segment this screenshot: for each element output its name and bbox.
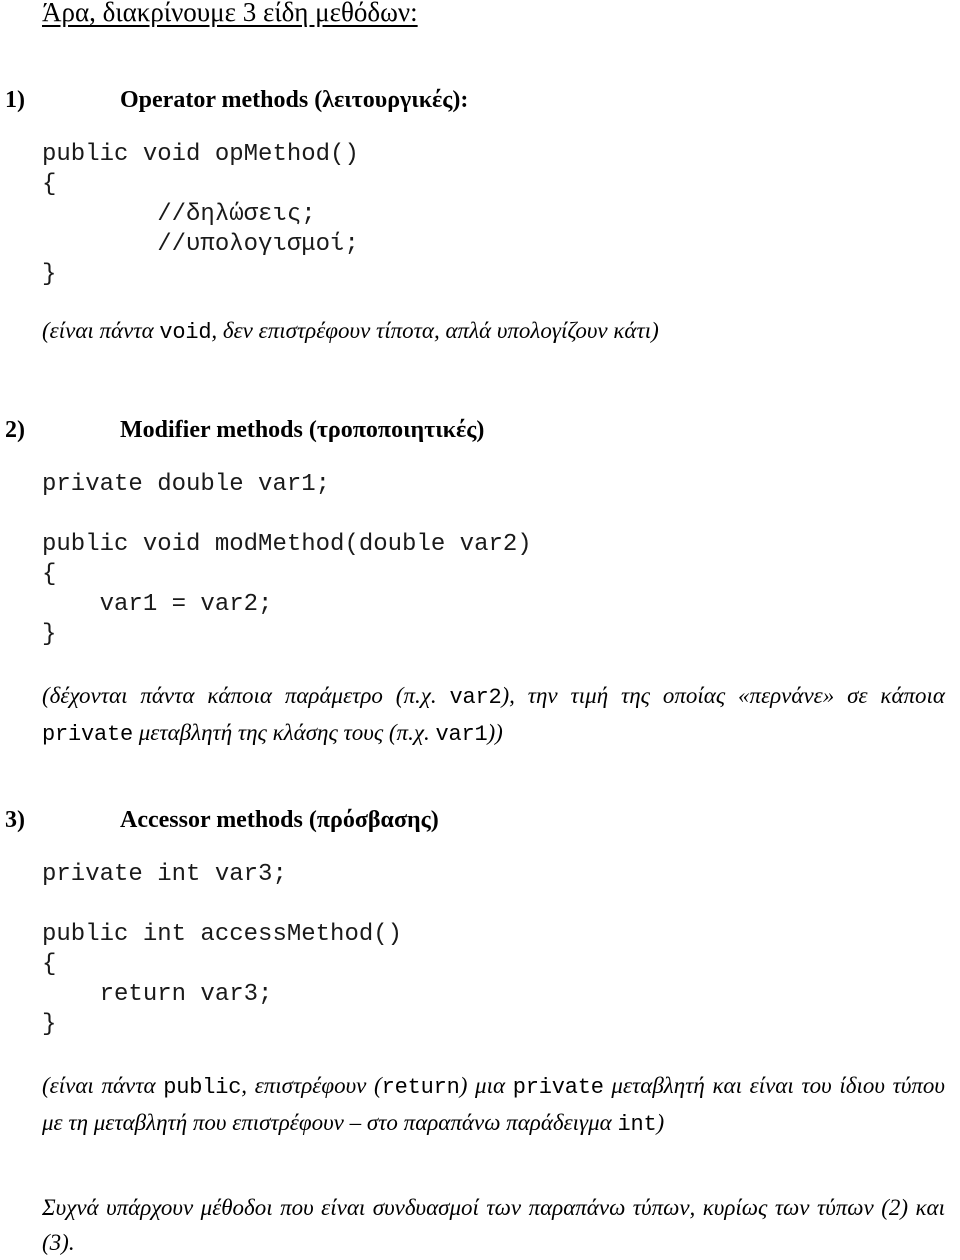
- document-page: Άρα, διακρίνουμε 3 είδη μεθόδων: 1) Opera…: [0, 0, 960, 1255]
- note-text-part: (είναι πάντα: [42, 1073, 164, 1098]
- code-block-accessor-method: public int accessMethod() { return var3;…: [42, 921, 403, 1038]
- note-text-part: μεταβλητή της κλάσης τους (π.χ.: [133, 720, 436, 745]
- inline-code-return: return: [381, 1075, 460, 1100]
- section-heading-3: 3) Accessor methods (πρόσβασης): [5, 805, 905, 835]
- section-title-3: Accessor methods (πρόσβασης): [120, 807, 439, 833]
- code-block-modifier-method: public void modMethod(double var2) { var…: [42, 531, 532, 648]
- section-title-2: Modifier methods (τροποποιητικές): [120, 417, 485, 443]
- note-accessor-methods: (είναι πάντα public, επιστρέφουν (return…: [42, 1068, 945, 1142]
- inline-code-public: public: [163, 1075, 242, 1100]
- inline-code-var2: var2: [449, 685, 502, 710]
- note-operator-methods: (είναι πάντα void, δεν επιστρέφουν τίποτ…: [42, 313, 945, 350]
- note-text-part: , δεν επιστρέφουν τίποτα, απλά υπολογίζο…: [211, 318, 659, 343]
- note-text-part: (είναι πάντα: [42, 318, 160, 343]
- page-title: Άρα, διακρίνουμε 3 είδη μεθόδων:: [42, 0, 418, 27]
- note-text-part: (δέχονται πάντα κάποια παράμετρο (π.χ.: [42, 683, 450, 708]
- note-text-part: ): [656, 1110, 665, 1135]
- section-heading-1: 1) Operator methods (λειτουργικές):: [5, 85, 905, 115]
- closing-remark: Συχνά υπάρχουν μέθοδοι που είναι συνδυασ…: [42, 1195, 945, 1255]
- code-block-operator-method: public void opMethod() { //δηλώσεις; //υ…: [42, 141, 359, 288]
- section-heading-2: 2) Modifier methods (τροποποιητικές): [5, 415, 905, 445]
- section-marker-1: 1): [5, 87, 25, 113]
- code-declaration-var1: private double var1;: [42, 471, 331, 498]
- note-text-part: ) μια: [459, 1073, 513, 1098]
- section-marker-2: 2): [5, 417, 25, 443]
- inline-code-int: int: [617, 1112, 657, 1137]
- note-text-part: , επιστρέφουν (: [241, 1073, 382, 1098]
- inline-code-private: private: [42, 722, 134, 747]
- section-title-1: Operator methods (λειτουργικές):: [120, 87, 469, 113]
- note-modifier-methods: (δέχονται πάντα κάποια παράμετρο (π.χ. v…: [42, 678, 945, 752]
- inline-code-private-2: private: [512, 1075, 604, 1100]
- note-text-part: ), την τιμή της οποίας «περνάνε» σε κάπο…: [501, 683, 946, 708]
- section-marker-3: 3): [5, 807, 25, 833]
- note-text-part: )): [487, 720, 503, 745]
- inline-code-void: void: [159, 320, 212, 345]
- inline-code-var1: var1: [435, 722, 488, 747]
- code-declaration-var3: private int var3;: [42, 861, 287, 888]
